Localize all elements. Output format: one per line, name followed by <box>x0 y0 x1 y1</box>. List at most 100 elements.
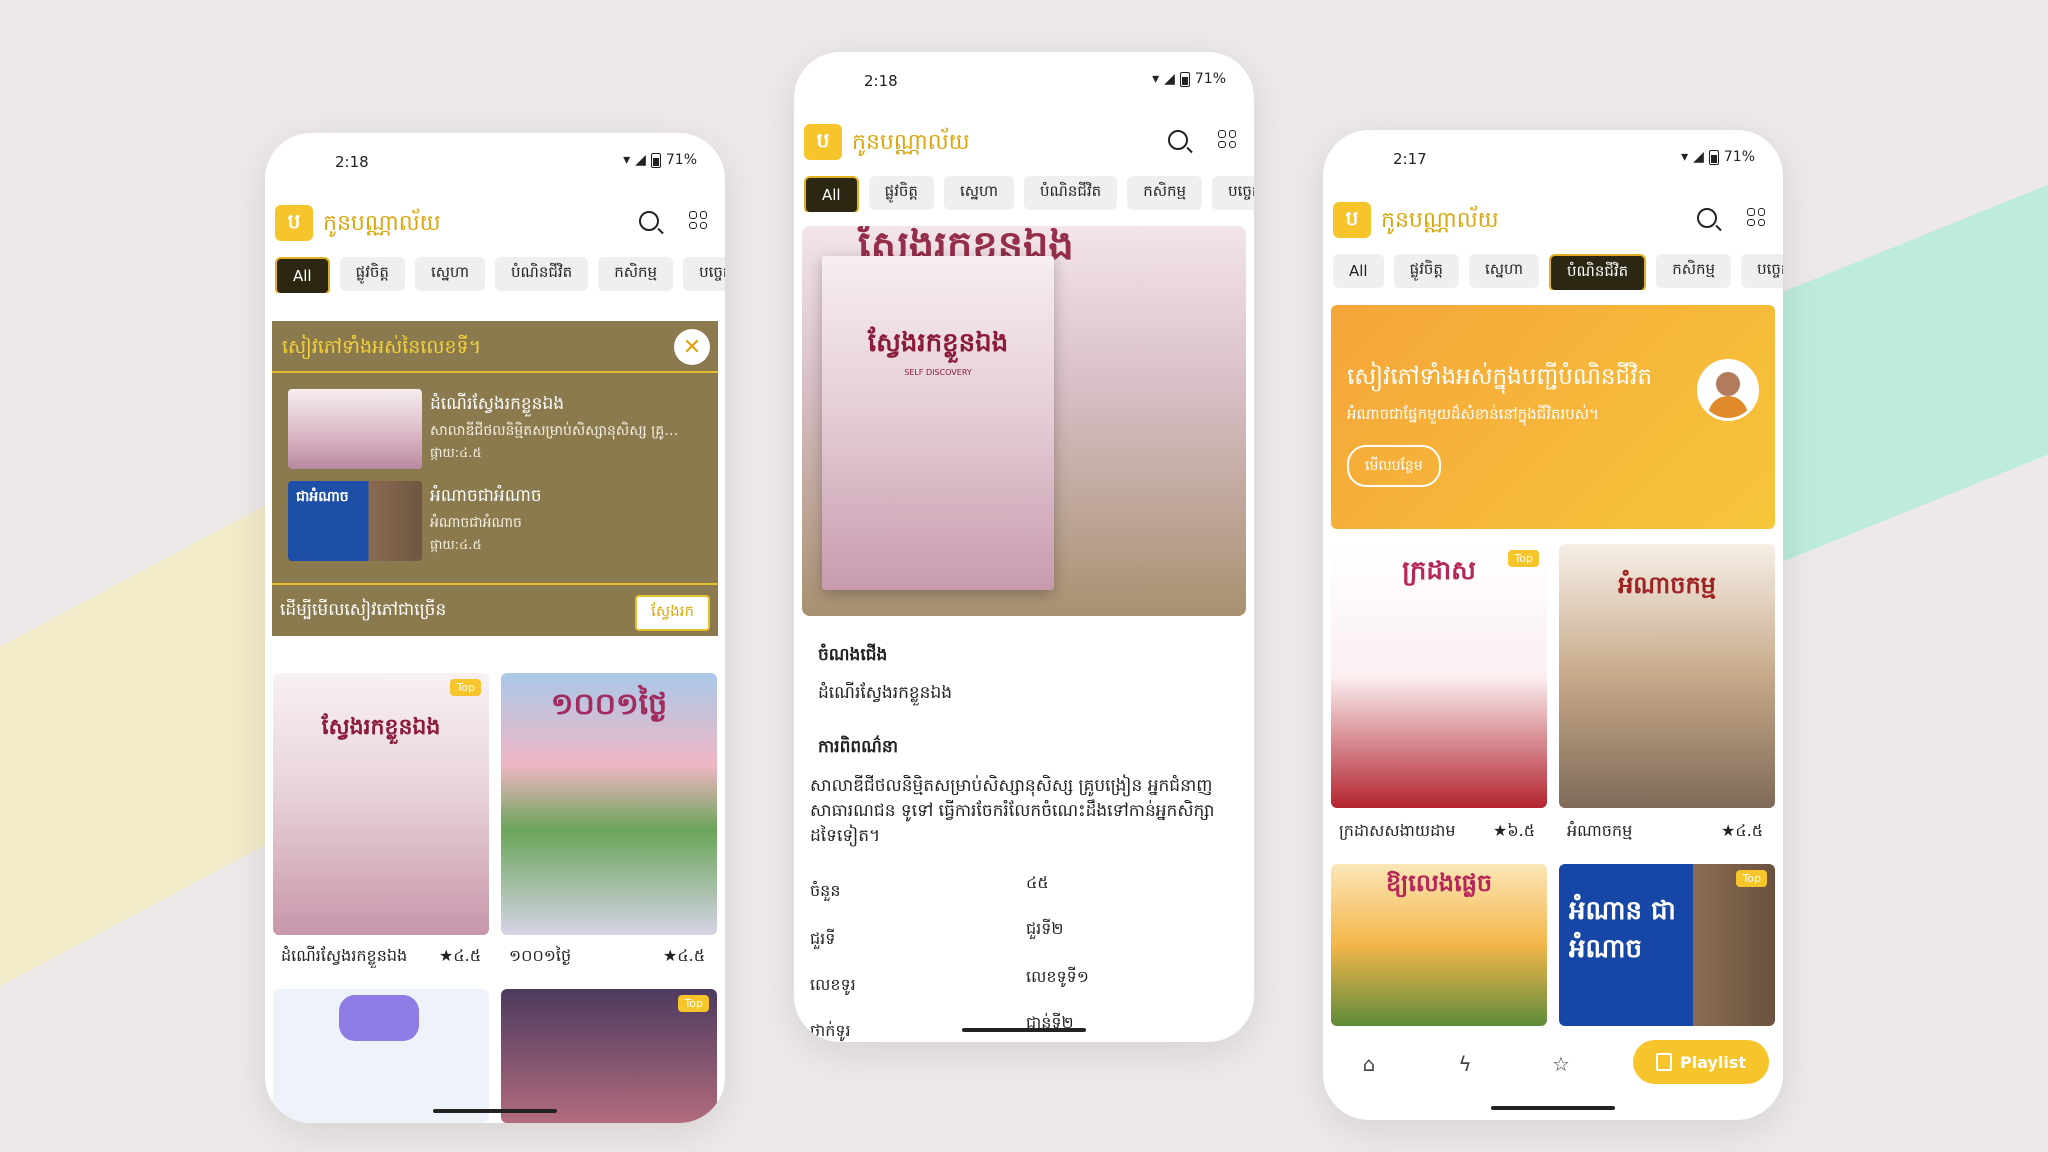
detail-value: ជួរទី២ <box>1026 919 1064 938</box>
avatar <box>1697 359 1759 421</box>
status-time: 2:17 <box>1393 150 1427 168</box>
book-card[interactable]: Top <box>501 989 717 1123</box>
category-chips: All ផ្លូវចិត្ត ស្នេហា បំណិនជីវិត កសិកម្ម… <box>275 257 725 293</box>
star-house-icon[interactable]: ☆ <box>1549 1052 1573 1076</box>
overlay-footer-text: ដើម្បីមើលសៀវភៅជាច្រើន <box>280 600 447 620</box>
overlay-title: សៀវភៅទាំងអស់នៃលេខទី។ <box>282 336 482 358</box>
home-indicator <box>433 1109 557 1113</box>
search-icon[interactable] <box>639 211 659 231</box>
book-card[interactable]: ១០០១ថ្ងៃ <box>501 673 717 935</box>
chip-love[interactable]: ស្នេហា <box>1468 254 1540 288</box>
book-hero: ស្វែងរកខ្លួនឯង ស្វែងរកខ្លួនឯង SELF DISCO… <box>802 226 1246 616</box>
book-title: ដំណើរស្វែងរកខ្លួនឯង <box>281 946 408 965</box>
detail-key: លេខទូរ <box>810 975 856 994</box>
battery-icon <box>650 152 661 168</box>
home-indicator <box>1491 1106 1615 1110</box>
phone-library-overlay: 2:18 ▾ ◢ 71% ប កូនបណ្ណាល័យ All ផ្លូវចិត្… <box>265 133 725 1123</box>
book-card[interactable]: ស្វែងរកខ្លួនឯង Top <box>273 673 489 935</box>
search-more-button[interactable]: ស្វែងរក <box>635 595 710 631</box>
chip-psychology[interactable]: ផ្លូវចិត្ត <box>868 176 934 210</box>
phone-book-detail: 2:18 ▾ ◢ 71% ប កូនបណ្ណាល័យ All ផ្លូវចិត្… <box>794 52 1254 1042</box>
book-rating: ★៤.៥ <box>1721 821 1764 840</box>
book-rating: ★៤.៥ <box>439 946 482 965</box>
chip-psychology[interactable]: ផ្លូវចិត្ត <box>339 257 405 291</box>
status-time: 2:18 <box>864 72 898 90</box>
grid-menu-icon[interactable] <box>1747 208 1765 226</box>
status-bar: 2:17 ▾ ◢ 71% <box>1323 130 1783 186</box>
book-title: ក្រដាសសងាយដាម <box>1339 821 1456 840</box>
book-thumbnail <box>288 389 422 469</box>
detail-key: ថ្នាក់ទូរ <box>810 1021 851 1040</box>
category-promo-banner: សៀវភៅទាំងអស់ក្នុងបញ្ជីបំណិនជីវិត អំណាចជា… <box>1331 305 1775 529</box>
grid-menu-icon[interactable] <box>1218 130 1236 148</box>
book-cover-title: អំណាចកម្ម <box>1618 571 1716 599</box>
book-cover-subtitle: SELF DISCOVERY <box>904 368 972 377</box>
signal-icon: ◢ <box>1693 149 1704 165</box>
chip-life-skills[interactable]: បំណិនជីវិត <box>1024 176 1118 210</box>
app-title: កូនបណ្ណាល័យ <box>323 211 441 236</box>
status-bar: 2:18 ▾ ◢ 71% <box>265 133 725 189</box>
book-card[interactable]: អំណាចកម្ម <box>1559 544 1775 808</box>
wifi-icon: ▾ <box>1681 149 1689 165</box>
wifi-icon: ▾ <box>1152 71 1160 87</box>
chip-all[interactable]: All <box>1333 254 1384 288</box>
book-rating: ★៤.៥ <box>663 946 706 965</box>
book-thumbnail: ជាអំណាច <box>288 481 422 561</box>
book-card[interactable]: ឱ្យលេងផ្លេច <box>1331 864 1547 1026</box>
app-title: កូនបណ្ណាល័យ <box>852 130 970 155</box>
detail-key: ចំនួន <box>810 881 841 900</box>
chip-love[interactable]: ស្នេហា <box>414 257 486 291</box>
playlist-button[interactable]: Playlist <box>1633 1040 1769 1084</box>
overlay-list-item[interactable]: ជាអំណាច អំណាចជាអំណាច អំណាចជាអំណាច ផ្កាយ:… <box>288 481 708 561</box>
detail-key: ជួរទី <box>810 929 836 948</box>
book-cover-title: ស្វែងរកខ្លួនឯង <box>867 328 1009 358</box>
status-bar: 2:18 ▾ ◢ 71% <box>794 52 1254 108</box>
home-indicator <box>962 1028 1086 1032</box>
overlay-item-subtitle: សាលាឌីជីថលនិម្មិតសម្រាប់សិស្សានុសិស្ស គ្… <box>430 423 680 439</box>
grid-menu-icon[interactable] <box>689 211 707 229</box>
book-title: ១០០១ថ្ងៃ <box>509 946 572 965</box>
signal-icon: ◢ <box>635 152 646 168</box>
app-logo: ប <box>275 205 313 241</box>
book-cover-title: អំណាន ជាអំណាច <box>1569 896 1676 964</box>
chip-technology[interactable]: បច្ចេកវិទ្យ <box>1212 176 1254 210</box>
home-icon[interactable]: ⌂ <box>1357 1052 1381 1076</box>
chip-life-skills[interactable]: បំណិនជីវិត <box>495 257 589 291</box>
top-badge: Top <box>678 995 709 1012</box>
chip-agriculture[interactable]: កសិកម្ម <box>598 257 674 291</box>
title-value: ដំណើរស្វែងរកខ្លួនឯង <box>818 683 953 703</box>
chip-love[interactable]: ស្នេហា <box>943 176 1015 210</box>
chip-agriculture[interactable]: កសិកម្ម <box>1656 254 1732 288</box>
chip-life-skills[interactable]: បំណិនជីវិត <box>1549 254 1647 290</box>
lightning-icon[interactable]: ϟ <box>1453 1052 1477 1076</box>
chip-psychology[interactable]: ផ្លូវចិត្ត <box>1393 254 1459 288</box>
chip-all[interactable]: All <box>804 176 859 212</box>
close-icon[interactable]: ✕ <box>674 329 710 365</box>
app-logo: ប <box>804 124 842 160</box>
book-list-overlay: សៀវភៅទាំងអស់នៃលេខទី។ ✕ ដំណើរស្វែងរកខ្លួន… <box>272 321 718 636</box>
book-card[interactable]: អំណាន ជាអំណាច Top <box>1559 864 1775 1026</box>
chip-agriculture[interactable]: កសិកម្ម <box>1127 176 1203 210</box>
app-title: កូនបណ្ណាល័យ <box>1381 208 1499 233</box>
detail-value: លេខទូទី១ <box>1026 967 1089 986</box>
battery-icon <box>1708 149 1719 165</box>
phone-category-list: 2:17 ▾ ◢ 71% ប កូនបណ្ណាល័យ All ផ្លូវចិត្… <box>1323 130 1783 1120</box>
overlay-list-item[interactable]: ដំណើរស្វែងរកខ្លួនឯង សាលាឌីជីថលនិម្មិតសម្… <box>288 389 708 469</box>
top-badge: Top <box>450 679 481 696</box>
title-label: ចំណងជើង <box>818 645 888 665</box>
book-cover-title: ស្វែងរកខ្លួនឯង <box>321 715 441 740</box>
book-card[interactable]: ?? <box>273 989 489 1123</box>
chip-all[interactable]: All <box>275 257 330 293</box>
search-icon[interactable] <box>1168 130 1188 150</box>
detail-value: ជាន់ទី២ <box>1026 1013 1074 1032</box>
battery-icon <box>1179 71 1190 87</box>
book-rating: ★៦.៥ <box>1493 821 1536 840</box>
see-more-button[interactable]: មើលបន្ថែម <box>1347 445 1441 487</box>
category-chips: All ផ្លូវចិត្ត ស្នេហា បំណិនជីវិត កសិកម្ម… <box>1333 254 1783 290</box>
chip-technology[interactable]: បច្ចេកវិទ្យ <box>683 257 725 291</box>
search-icon[interactable] <box>1697 208 1717 228</box>
book-card[interactable]: ក្រដាស Top <box>1331 544 1547 808</box>
book-cover-title: ១០០១ថ្ងៃ <box>550 687 668 722</box>
chip-technology[interactable]: បច្ចេកវិទ្យ <box>1741 254 1783 288</box>
app-logo: ប <box>1333 202 1371 238</box>
